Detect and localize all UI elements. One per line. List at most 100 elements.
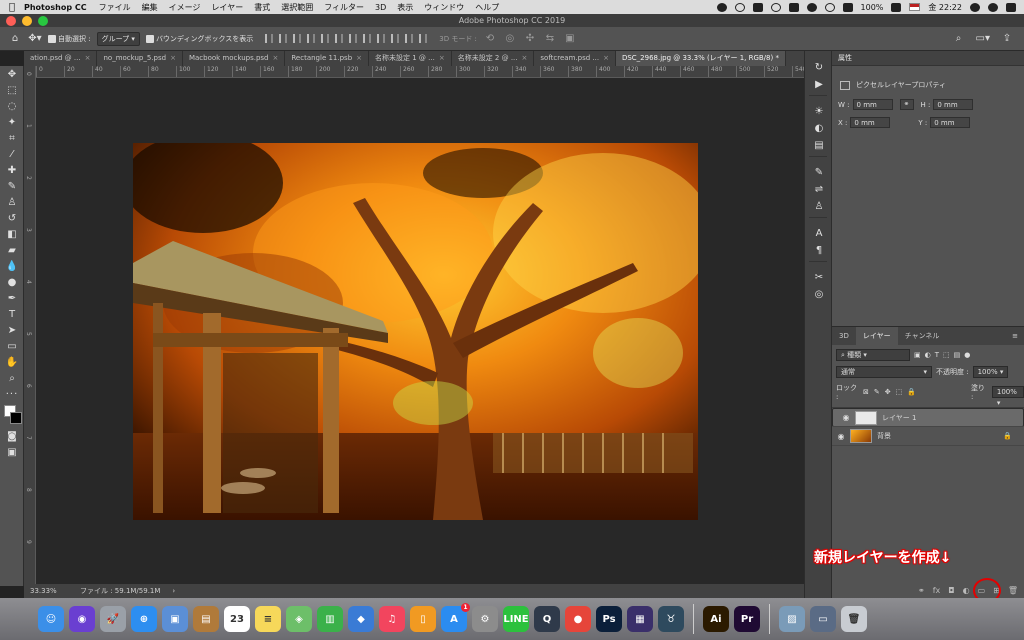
- keynote-icon[interactable]: ◆: [348, 606, 374, 632]
- add-mask-icon[interactable]: ◘: [948, 586, 954, 595]
- screen-mode-icon[interactable]: ▣: [0, 444, 24, 460]
- workspace-icon[interactable]: ▭▾: [976, 32, 990, 46]
- close-tab-icon[interactable]: ×: [273, 51, 279, 66]
- distribute-vcenter-icon[interactable]: [363, 34, 372, 43]
- siri-icon[interactable]: ◉: [69, 606, 95, 632]
- doc-tab[interactable]: Macbook mockups.psd ×: [183, 51, 286, 66]
- numbers-icon[interactable]: ▥: [317, 606, 343, 632]
- blur-tool-icon[interactable]: 💧: [0, 258, 24, 274]
- filter-smart-object-icon[interactable]: ▤: [954, 351, 961, 359]
- launchpad-icon[interactable]: 🚀: [100, 606, 126, 632]
- search-icon[interactable]: [970, 2, 980, 12]
- layer-name[interactable]: 背景: [877, 431, 891, 441]
- doc-tab[interactable]: ation.psd @ ... ×: [24, 51, 98, 66]
- zoom-tool-icon[interactable]: ⌕: [0, 370, 24, 386]
- close-tab-icon[interactable]: ×: [356, 51, 362, 66]
- photo-canvas[interactable]: [133, 143, 698, 520]
- adjustments-icon[interactable]: ☀: [805, 103, 833, 120]
- close-tab-icon[interactable]: ×: [603, 51, 609, 66]
- fill-field[interactable]: 100% ▾: [991, 386, 1024, 407]
- distribute-right-icon[interactable]: [419, 34, 428, 43]
- align-top-icon[interactable]: [265, 34, 274, 43]
- evernote-icon[interactable]: [752, 2, 763, 12]
- layer-row[interactable]: ◉ レイヤー 1: [832, 408, 1024, 427]
- link-icon[interactable]: ⚭: [899, 99, 914, 110]
- quick-mask-icon[interactable]: ◙: [0, 428, 24, 444]
- auto-select-checkbox[interactable]: 自動選択 :: [48, 34, 91, 44]
- align-hcenter-icon[interactable]: [321, 34, 330, 43]
- panel-menu-icon[interactable]: ≡: [1012, 332, 1024, 340]
- y-field[interactable]: 0 mm: [930, 117, 971, 128]
- file-size[interactable]: ファイル : 59.1M/59.1M: [72, 586, 160, 596]
- doc-tab[interactable]: Rectangle 11.psb ×: [285, 51, 370, 66]
- scale-3d-icon[interactable]: ▣: [563, 32, 577, 46]
- menu-view[interactable]: 表示: [397, 2, 413, 13]
- notification-center-icon[interactable]: [1006, 2, 1016, 12]
- height-field[interactable]: 0 mm: [933, 99, 974, 110]
- layer-thumbnail[interactable]: [855, 410, 877, 425]
- eye-icon[interactable]: ◉: [837, 413, 855, 422]
- pen-tool-icon[interactable]: ✒: [0, 290, 24, 306]
- chevron-right-icon[interactable]: ›: [172, 587, 175, 595]
- tab-layers[interactable]: レイヤー: [855, 327, 898, 345]
- lock-transparent-icon[interactable]: ⊠: [863, 388, 869, 396]
- magic-wand-tool-icon[interactable]: ✦: [0, 114, 24, 130]
- doc-tab-active[interactable]: DSC_2968.jpg @ 33.3% (レイヤー 1, RGB/8) *: [615, 51, 786, 66]
- books-icon[interactable]: ▯: [410, 606, 436, 632]
- premiere-icon[interactable]: Pr: [734, 606, 760, 632]
- color-swatches[interactable]: [0, 402, 23, 428]
- align-left-icon[interactable]: [307, 34, 316, 43]
- eye-icon[interactable]: ◉: [832, 432, 850, 441]
- lock-artboard-icon[interactable]: ⬚: [896, 388, 903, 396]
- preview-icon[interactable]: ▣: [162, 606, 188, 632]
- crop-tool-icon[interactable]: ⌗: [0, 130, 24, 146]
- eraser-tool-icon[interactable]: ◧: [0, 226, 24, 242]
- healing-brush-tool-icon[interactable]: ✚: [0, 162, 24, 178]
- auto-select-target-select[interactable]: グループ ▾: [96, 31, 140, 46]
- brush-settings-icon[interactable]: ✎: [805, 164, 833, 181]
- music-icon[interactable]: ♫: [379, 606, 405, 632]
- photos-icon[interactable]: ▨: [779, 606, 805, 632]
- clone-source-icon[interactable]: ♙: [805, 198, 833, 215]
- marquee-tool-icon[interactable]: ⬚: [0, 82, 24, 98]
- notebook-icon[interactable]: ▤: [193, 606, 219, 632]
- doc-tab[interactable]: 名称未設定 1 @ ... ×: [369, 51, 452, 66]
- bluetooth-icon[interactable]: [806, 2, 817, 12]
- vertical-ruler[interactable]: 0 1 2 3 4 5 6 7 8 9: [24, 66, 36, 584]
- layer-thumbnail[interactable]: [850, 429, 872, 443]
- new-adjustment-icon[interactable]: ◐: [963, 586, 970, 595]
- sync-icon[interactable]: [770, 2, 781, 12]
- move-tool-icon[interactable]: ✥: [0, 66, 24, 82]
- distribute-top-icon[interactable]: [349, 34, 358, 43]
- lock-all-icon[interactable]: 🔒: [907, 388, 916, 396]
- actions-icon[interactable]: ▶: [805, 76, 833, 93]
- safari-icon[interactable]: ⊕: [131, 606, 157, 632]
- lock-pixels-icon[interactable]: ✎: [874, 388, 880, 396]
- finder-icon[interactable]: ☺: [38, 606, 64, 632]
- menu-3d[interactable]: 3D: [375, 3, 386, 12]
- character-icon[interactable]: A: [805, 225, 833, 242]
- menu-image[interactable]: イメージ: [169, 2, 201, 13]
- drag-3d-icon[interactable]: ✣: [523, 32, 537, 46]
- swatches-icon[interactable]: ▤: [805, 137, 833, 154]
- tab-3d[interactable]: 3D: [832, 327, 856, 345]
- illustrator-icon[interactable]: Ai: [703, 606, 729, 632]
- horizontal-ruler[interactable]: 0 20 40 60 80 100 120 140 160 180 200 220 240 260 280 3…: [36, 66, 804, 78]
- home-icon[interactable]: ⌂: [8, 32, 22, 46]
- distribute-bottom-icon[interactable]: [377, 34, 386, 43]
- path-selection-tool-icon[interactable]: ➤: [0, 322, 24, 338]
- input-source-flag-icon[interactable]: [909, 3, 921, 11]
- quicktime-icon[interactable]: Q: [534, 606, 560, 632]
- filter-type-icon[interactable]: T: [935, 351, 939, 359]
- menu-select[interactable]: 選択範囲: [281, 2, 313, 13]
- battery-icon[interactable]: [891, 2, 902, 12]
- doc-tab[interactable]: no_mockup_5.psd ×: [97, 51, 183, 66]
- filter-shape-icon[interactable]: ⬚: [943, 351, 950, 359]
- doc-tab[interactable]: softcream.psd ... ×: [534, 51, 616, 66]
- trash-icon[interactable]: 🗑: [841, 606, 867, 632]
- menu-edit[interactable]: 編集: [142, 2, 158, 13]
- bull-icon[interactable]: ♉: [658, 606, 684, 632]
- volume-icon[interactable]: [842, 2, 853, 12]
- more-tools-icon[interactable]: ···: [0, 386, 24, 402]
- close-tab-icon[interactable]: ×: [170, 51, 176, 66]
